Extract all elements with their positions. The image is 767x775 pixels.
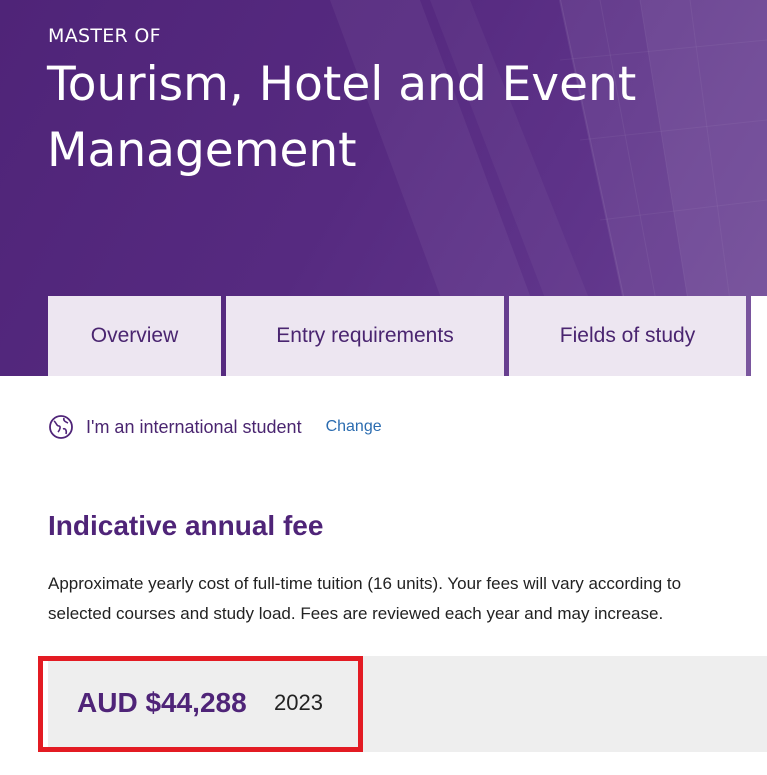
hero-banner: MASTER OF Tourism, Hotel and Event Manag… [0,0,767,376]
fee-year: 2023 [274,690,323,715]
fee-description-line-2: selected courses and study load. Fees ar… [48,604,664,623]
tab-fields-of-study[interactable]: Fields of study [509,296,746,376]
student-type-selector: I'm an international student Change [48,414,382,440]
tab-overview[interactable]: Overview [48,296,221,376]
fee-amount: AUD $44,288 [77,687,247,718]
tab-fees-active[interactable] [751,296,767,376]
degree-level-label: MASTER OF [48,25,161,47]
fee-description: Approximate yearly cost of full-time tui… [48,569,767,629]
globe-icon [48,414,74,440]
student-type-label: I'm an international student [86,416,302,437]
tab-entry-requirements[interactable]: Entry requirements [226,296,504,376]
fee-section-heading: Indicative annual fee [48,510,324,541]
page-title: Tourism, Hotel and Event Management [47,57,637,178]
change-student-type-link[interactable]: Change [326,418,382,436]
course-tabs: Overview Entry requirements Fields of st… [48,296,767,376]
fee-description-line-1: Approximate yearly cost of full-time tui… [48,574,682,593]
